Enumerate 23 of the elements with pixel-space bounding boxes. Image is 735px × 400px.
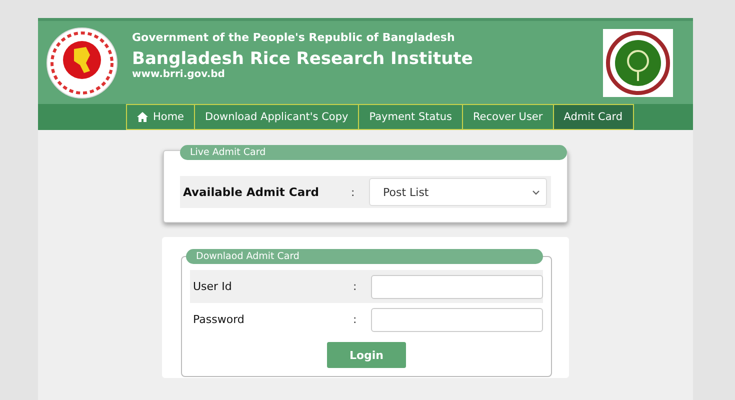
input-field[interactable] bbox=[371, 274, 543, 298]
nav-link[interactable]: Payment Status bbox=[358, 104, 463, 130]
input-field[interactable] bbox=[371, 308, 543, 332]
chevron-down-icon bbox=[532, 190, 540, 194]
field-label: User Id bbox=[193, 280, 233, 293]
login-button[interactable]: Login bbox=[327, 342, 406, 368]
government-name: Government of the People's Republic of Bangladesh bbox=[132, 31, 456, 44]
website-address: www.brri.gov.bd bbox=[132, 69, 226, 80]
post-list-select[interactable]: Post List bbox=[369, 178, 547, 206]
nav-link[interactable]: Download Applicant's Copy bbox=[194, 104, 360, 130]
field-label: Available Admit Card bbox=[183, 185, 320, 199]
nav-link[interactable]: Home bbox=[126, 104, 196, 130]
institute-logo-icon bbox=[603, 28, 673, 96]
separator: : bbox=[353, 280, 358, 293]
separator: : bbox=[353, 313, 358, 326]
section-legend: Downlaod Admit Card bbox=[186, 249, 543, 264]
institute-title: Bangladesh Rice Research Institute bbox=[132, 49, 474, 69]
separator: : bbox=[351, 186, 356, 198]
field-label: Password bbox=[193, 313, 246, 326]
nav-link[interactable]: Admit Card bbox=[552, 104, 634, 130]
home-icon bbox=[137, 112, 148, 122]
section-legend: Live Admit Card bbox=[180, 145, 567, 160]
government-emblem-icon bbox=[46, 26, 118, 98]
